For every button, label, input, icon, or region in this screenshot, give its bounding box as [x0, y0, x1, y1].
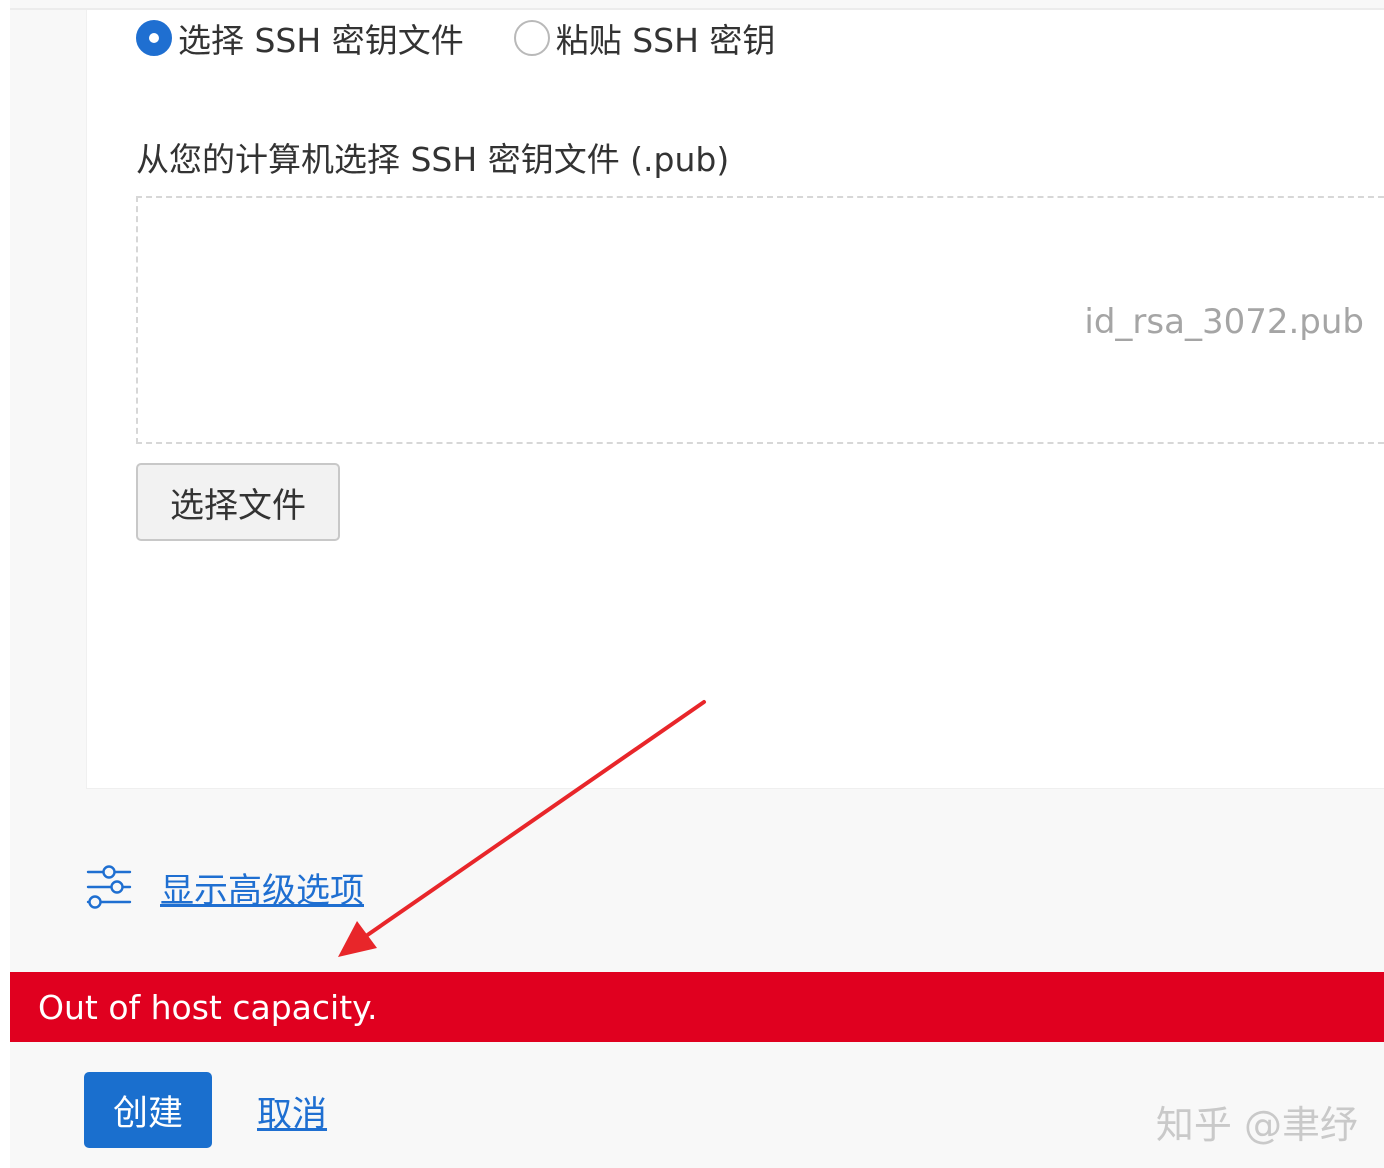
radio-option-label: 粘贴 SSH 密钥	[555, 21, 776, 60]
radio-checked-icon[interactable]	[136, 20, 172, 56]
radio-option-choose-file[interactable]: 选择 SSH 密钥文件	[136, 14, 464, 62]
watermark: 知乎 @聿纾	[1155, 1103, 1358, 1147]
error-message: Out of host capacity.	[38, 987, 378, 1027]
file-drop-zone[interactable]: id_rsa_3072.pub	[136, 196, 1384, 444]
choose-file-button[interactable]: 选择文件	[136, 463, 340, 541]
ssh-key-source-radio-group: 选择 SSH 密钥文件 粘贴 SSH 密钥	[136, 14, 775, 62]
radio-option-label: 选择 SSH 密钥文件	[178, 21, 464, 60]
cancel-link[interactable]: 取消	[257, 1086, 327, 1137]
radio-unchecked-icon[interactable]	[513, 20, 550, 56]
show-advanced-options[interactable]: 显示高级选项	[84, 860, 364, 914]
create-button[interactable]: 创建	[84, 1072, 212, 1148]
radio-option-paste-key[interactable]: 粘贴 SSH 密钥	[513, 14, 776, 62]
error-banner: Out of host capacity.	[10, 972, 1384, 1042]
page: 选择 SSH 密钥文件 粘贴 SSH 密钥 从您的计算机选择 SSH 密钥文件 …	[0, 0, 1384, 1168]
sliders-icon	[86, 865, 132, 909]
selected-file-name: id_rsa_3072.pub	[1084, 302, 1364, 342]
show-advanced-options-link[interactable]: 显示高级选项	[160, 863, 364, 912]
ssh-key-file-label: 从您的计算机选择 SSH 密钥文件 (.pub)	[136, 140, 730, 179]
